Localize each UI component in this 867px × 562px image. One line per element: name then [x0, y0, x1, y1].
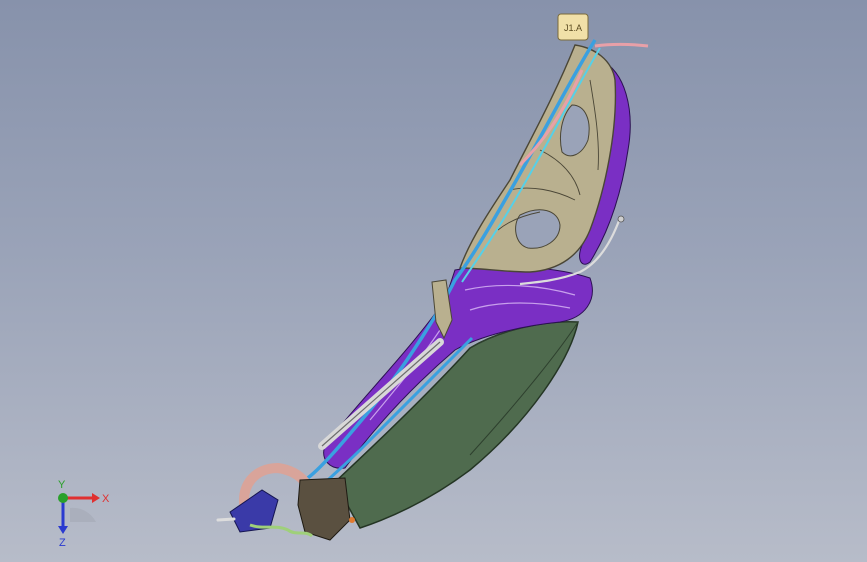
- y-axis-dot: [58, 493, 68, 503]
- x-axis-arrow: [92, 493, 100, 503]
- z-axis-label: Z: [59, 537, 66, 548]
- cable-end: [617, 215, 625, 223]
- seat-frame-model[interactable]: J1.A: [0, 0, 867, 562]
- part-tag-text: J1.A: [564, 23, 582, 33]
- x-axis-label: X: [102, 493, 110, 505]
- cad-3d-viewport[interactable]: J1.A X Y Z: [0, 0, 867, 562]
- z-axis-arrow: [58, 526, 68, 534]
- axis-triad: X Y Z: [58, 479, 110, 548]
- y-axis-label: Y: [58, 479, 66, 491]
- wiring-harness[interactable]: [249, 523, 313, 538]
- triad-shadow: [70, 507, 96, 522]
- fastener-orange: [349, 517, 355, 523]
- lower-mechanism[interactable]: [297, 477, 351, 541]
- connector-pin: [216, 517, 236, 522]
